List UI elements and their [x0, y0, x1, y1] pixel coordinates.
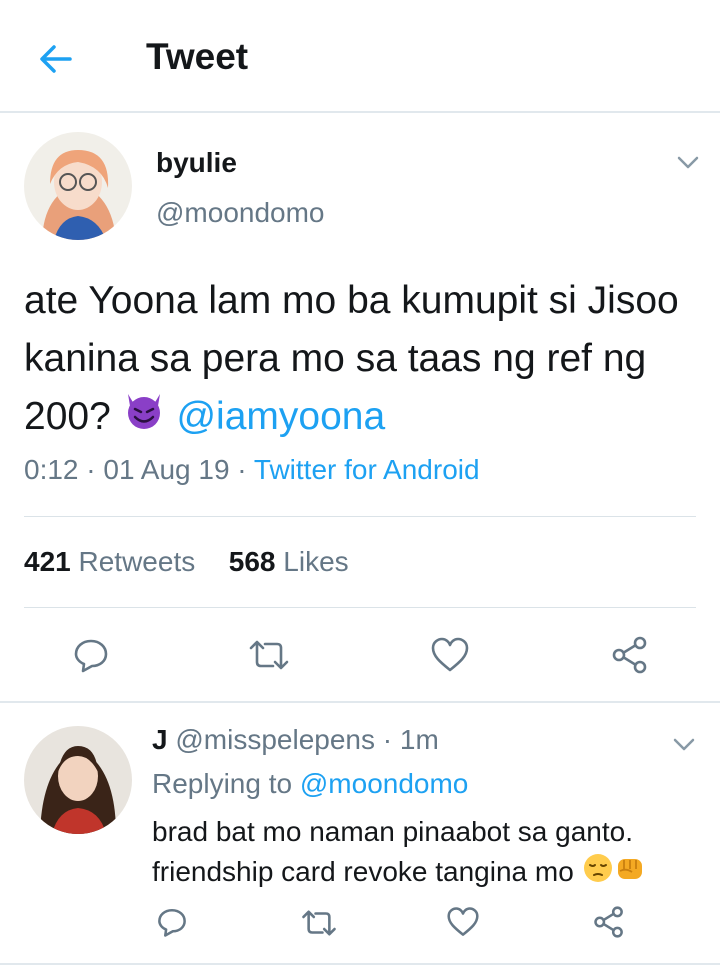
share-icon[interactable]: [592, 906, 626, 938]
top-app-bar: [0, 0, 720, 113]
share-icon[interactable]: [610, 636, 650, 674]
chevron-down-icon[interactable]: [671, 732, 697, 758]
chevron-down-icon[interactable]: [675, 150, 701, 176]
retweets-count[interactable]: 421: [24, 546, 71, 577]
mention-link[interactable]: @iamyoona: [176, 395, 385, 438]
retweets-label[interactable]: Retweets: [79, 546, 196, 577]
reply-line: brad bat mo naman pinaabot sa ganto.: [152, 816, 634, 847]
divider: [24, 607, 696, 608]
heart-icon[interactable]: [430, 636, 470, 674]
tweet-text: ate Yoona lam mo ba kumupit si Jisoo kan…: [24, 272, 684, 449]
author-name[interactable]: byulie: [156, 147, 237, 179]
reply-icon[interactable]: [156, 906, 188, 938]
reply-text: brad bat mo naman pinaabot sa ganto. fri…: [152, 812, 712, 895]
divider: [24, 516, 696, 517]
oncoming-fist-emoji: [614, 852, 646, 895]
tweet-date: 01 Aug 19: [103, 454, 230, 485]
reply-author-handle[interactable]: @misspelepens: [175, 724, 375, 755]
reply-line-2: friendship card revoke tangina mo: [152, 852, 712, 895]
likes-count[interactable]: 568: [229, 546, 276, 577]
separator: ·: [237, 454, 247, 485]
section-divider: [0, 701, 720, 703]
tweet-source[interactable]: Twitter for Android: [254, 454, 480, 485]
heart-icon[interactable]: [446, 906, 480, 938]
avatar[interactable]: [24, 132, 132, 240]
tweet-stats: 421 Retweets 568 Likes: [24, 546, 349, 578]
likes-label[interactable]: Likes: [283, 546, 348, 577]
replying-to-handle[interactable]: @moondomo: [300, 768, 469, 799]
smiling-devil-emoji: [122, 388, 166, 449]
separator: ·: [382, 724, 393, 755]
pensive-face-emoji: [582, 852, 614, 895]
separator: ·: [86, 454, 96, 485]
tweet-meta: 0:12 · 01 Aug 19 · Twitter for Android: [24, 454, 480, 486]
reply-icon[interactable]: [72, 636, 110, 674]
replying-to-label: Replying to: [152, 768, 293, 799]
reply-author-name[interactable]: J: [152, 724, 168, 755]
reply-header: J @misspelepens · 1m: [152, 724, 439, 756]
reply-line-text: friendship card revoke tangina mo: [152, 856, 574, 887]
retweet-icon[interactable]: [300, 908, 338, 938]
retweet-icon[interactable]: [247, 638, 291, 672]
bottom-divider: [0, 963, 720, 965]
author-handle[interactable]: @moondomo: [156, 197, 325, 229]
avatar[interactable]: [24, 726, 132, 834]
page-title: Tweet: [146, 36, 249, 77]
arrow-left-icon[interactable]: [36, 38, 78, 80]
reply-age: 1m: [399, 724, 439, 755]
replying-to: Replying to @moondomo: [152, 768, 468, 800]
tweet-time: 0:12: [24, 454, 79, 485]
